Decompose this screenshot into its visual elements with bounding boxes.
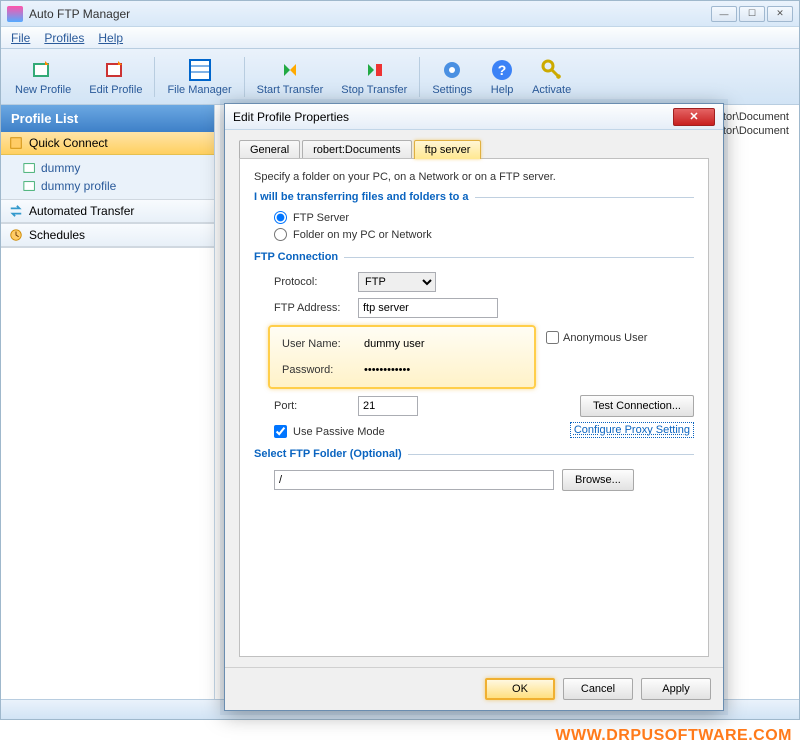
dialog-close-button[interactable]: ✕ bbox=[673, 108, 715, 126]
dialog-titlebar: Edit Profile Properties ✕ bbox=[225, 104, 723, 130]
port-input[interactable] bbox=[358, 396, 418, 416]
username-label: User Name: bbox=[282, 338, 352, 350]
stop-transfer-icon bbox=[362, 58, 386, 82]
ftp-folder-input[interactable] bbox=[274, 470, 554, 490]
transfer-icon bbox=[9, 204, 23, 218]
dialog-title: Edit Profile Properties bbox=[233, 110, 673, 124]
clock-icon bbox=[9, 228, 23, 242]
anonymous-label: Anonymous User bbox=[563, 332, 647, 344]
passive-mode-checkbox[interactable] bbox=[274, 425, 287, 438]
activate-button[interactable]: Activate bbox=[524, 56, 579, 98]
watermark: WWW.DRPUSOFTWARE.COM bbox=[555, 727, 792, 745]
toolbar-separator bbox=[419, 57, 420, 97]
group-ftp-folder: Select FTP Folder (Optional) bbox=[254, 448, 694, 460]
apply-button[interactable]: Apply bbox=[641, 678, 711, 700]
app-icon bbox=[7, 6, 23, 22]
start-transfer-icon bbox=[278, 58, 302, 82]
svg-text:?: ? bbox=[498, 62, 507, 78]
window-title: Auto FTP Manager bbox=[29, 7, 711, 21]
edit-profile-button[interactable]: Edit Profile bbox=[81, 56, 150, 98]
test-connection-button[interactable]: Test Connection... bbox=[580, 395, 694, 417]
password-input[interactable] bbox=[360, 360, 510, 380]
group-destination: I will be transferring files and folders… bbox=[254, 191, 694, 203]
cancel-button[interactable]: Cancel bbox=[563, 678, 633, 700]
group-ftp-connection: FTP Connection bbox=[254, 251, 694, 263]
sidebar-item-dummy[interactable]: dummy bbox=[1, 159, 214, 177]
description-text: Specify a folder on your PC, on a Networ… bbox=[254, 171, 694, 183]
sidebar-item-dummy-profile[interactable]: dummy profile bbox=[1, 177, 214, 195]
key-icon bbox=[540, 58, 564, 82]
start-transfer-button[interactable]: Start Transfer bbox=[249, 56, 332, 98]
ok-button[interactable]: OK bbox=[485, 678, 555, 700]
ftp-address-input[interactable] bbox=[358, 298, 498, 318]
close-button[interactable]: ✕ bbox=[767, 6, 793, 22]
sidebar: Profile List Quick Connect dummy dummy p… bbox=[1, 105, 215, 699]
connect-icon bbox=[9, 136, 23, 150]
profile-icon bbox=[23, 179, 37, 193]
settings-button[interactable]: Settings bbox=[424, 56, 480, 98]
radio-ftp-server[interactable] bbox=[274, 211, 287, 224]
tab-robert-documents[interactable]: robert:Documents bbox=[302, 140, 411, 159]
toolbar-separator bbox=[154, 57, 155, 97]
protocol-label: Protocol: bbox=[274, 276, 350, 288]
configure-proxy-link[interactable]: Configure Proxy Setting bbox=[570, 422, 694, 438]
menubar: File Profiles Help bbox=[1, 27, 799, 49]
password-label: Password: bbox=[282, 364, 352, 376]
edit-profile-icon bbox=[104, 58, 128, 82]
sidebar-schedules[interactable]: Schedules bbox=[1, 224, 214, 247]
minimize-button[interactable]: — bbox=[711, 6, 737, 22]
toolbar-separator bbox=[244, 57, 245, 97]
sidebar-quick-connect[interactable]: Quick Connect bbox=[1, 132, 214, 155]
ftp-address-label: FTP Address: bbox=[274, 302, 350, 314]
help-icon: ? bbox=[490, 58, 514, 82]
sidebar-automated-transfer[interactable]: Automated Transfer bbox=[1, 200, 214, 223]
new-profile-button[interactable]: New Profile bbox=[7, 56, 79, 98]
menu-profiles[interactable]: Profiles bbox=[44, 31, 84, 45]
titlebar: Auto FTP Manager — ☐ ✕ bbox=[1, 1, 799, 27]
passive-mode-label: Use Passive Mode bbox=[293, 426, 385, 438]
menu-file[interactable]: File bbox=[11, 31, 30, 45]
tab-ftp-server[interactable]: ftp server bbox=[414, 140, 482, 159]
stop-transfer-button[interactable]: Stop Transfer bbox=[333, 56, 415, 98]
tab-general[interactable]: General bbox=[239, 140, 300, 159]
help-button[interactable]: ? Help bbox=[482, 56, 522, 98]
sidebar-header: Profile List bbox=[1, 105, 214, 132]
menu-help[interactable]: Help bbox=[98, 31, 123, 45]
toolbar: New Profile Edit Profile File Manager St… bbox=[1, 49, 799, 105]
credentials-box: User Name: Password: bbox=[268, 325, 536, 389]
profile-icon bbox=[23, 161, 37, 175]
radio-ftp-label: FTP Server bbox=[293, 212, 349, 224]
dialog-footer: OK Cancel Apply bbox=[225, 667, 723, 710]
anonymous-checkbox[interactable] bbox=[546, 331, 559, 344]
file-manager-icon bbox=[188, 58, 212, 82]
protocol-select[interactable]: FTP bbox=[358, 272, 436, 292]
username-input[interactable] bbox=[360, 334, 510, 354]
gear-icon bbox=[440, 58, 464, 82]
port-label: Port: bbox=[274, 400, 350, 412]
new-profile-icon bbox=[31, 58, 55, 82]
file-manager-button[interactable]: File Manager bbox=[159, 56, 239, 98]
tab-strip: General robert:Documents ftp server bbox=[239, 140, 709, 159]
radio-local-folder[interactable] bbox=[274, 228, 287, 241]
radio-folder-label: Folder on my PC or Network bbox=[293, 229, 432, 241]
browse-button[interactable]: Browse... bbox=[562, 469, 634, 491]
maximize-button[interactable]: ☐ bbox=[739, 6, 765, 22]
edit-profile-dialog: Edit Profile Properties ✕ General robert… bbox=[224, 103, 724, 711]
tab-panel: Specify a folder on your PC, on a Networ… bbox=[239, 158, 709, 657]
